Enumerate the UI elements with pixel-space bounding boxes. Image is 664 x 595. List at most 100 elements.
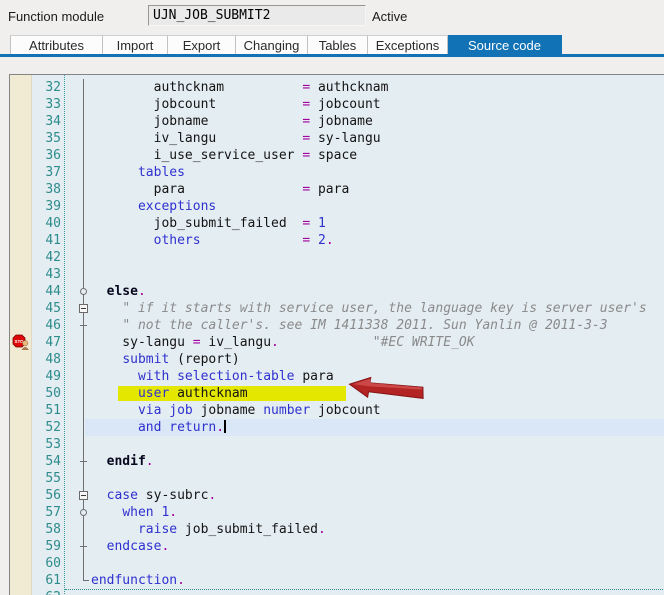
line-number: 56 <box>45 488 61 503</box>
fold-marker-circle[interactable] <box>80 509 87 516</box>
line-number: 48 <box>45 352 61 367</box>
line-number: 33 <box>45 97 61 112</box>
code-line-49[interactable]: 49 with selection-table para <box>10 368 664 385</box>
fold-marker-box[interactable] <box>79 491 88 500</box>
line-number: 36 <box>45 148 61 163</box>
line-number: 57 <box>45 505 61 520</box>
line-number: 43 <box>45 267 61 282</box>
tab-import[interactable]: Import <box>103 35 168 54</box>
code-line-43[interactable]: 43 <box>10 266 664 283</box>
code-text: exceptions <box>137 199 217 214</box>
code-line-33[interactable]: 33 jobcount = jobcount <box>10 96 664 113</box>
line-number: 34 <box>45 114 61 129</box>
fold-marker-corner[interactable] <box>83 580 89 581</box>
code-text: else. <box>106 284 146 299</box>
text-cursor <box>224 420 227 433</box>
code-line-32[interactable]: 32 authcknam = authcknam <box>10 79 664 96</box>
tab-exceptions[interactable]: Exceptions <box>368 35 448 54</box>
line-number: 40 <box>45 216 61 231</box>
code-line-48[interactable]: 48 submit (report) <box>10 351 664 368</box>
tab-tables[interactable]: Tables <box>308 35 368 54</box>
code-text: sy-langu = iv_langu. "#EC WRITE_OK <box>91 335 475 350</box>
code-line-45[interactable]: 45 " if it starts with service user, the… <box>10 300 664 317</box>
code-line-46[interactable]: 46 " not the caller's. see IM 1411338 20… <box>10 317 664 334</box>
code-line-37[interactable]: 37 tables <box>10 164 664 181</box>
line-number: 44 <box>45 284 61 299</box>
tab-attributes[interactable]: Attributes <box>10 35 103 54</box>
code-line-59[interactable]: 59 endcase. <box>10 538 664 555</box>
active-status-label: Active <box>372 9 408 24</box>
tab-accent-bar <box>0 54 664 57</box>
code-text: raise job_submit_failed. <box>137 522 326 537</box>
source-code-editor[interactable]: 32 authcknam = authcknam 33 jobcount = jo… <box>9 74 664 595</box>
line-number: 32 <box>45 80 61 95</box>
code-line-52[interactable]: 52 and return. <box>10 419 664 436</box>
code-text: " not the caller's. see IM 1411338 2011.… <box>122 318 608 333</box>
code-line-62[interactable]: 62 <box>10 589 664 595</box>
fold-marker-tick[interactable] <box>80 461 87 462</box>
fold-marker-tick[interactable] <box>80 546 87 547</box>
line-number: 61 <box>45 573 61 588</box>
code-line-56[interactable]: 56 case sy-subrc. <box>10 487 664 504</box>
line-number: 51 <box>45 403 61 418</box>
function-module-field[interactable]: UJN_JOB_SUBMIT2 <box>148 5 366 26</box>
code-line-50[interactable]: 50 user authcknam <box>10 385 664 402</box>
line-number: 53 <box>45 437 61 452</box>
code-text: authcknam = authcknam <box>91 80 389 95</box>
code-line-57[interactable]: 57 when 1. <box>10 504 664 521</box>
line-number: 62 <box>31 589 61 595</box>
code-rows: 32 authcknam = authcknam 33 jobcount = jo… <box>10 79 664 595</box>
tab-changing[interactable]: Changing <box>236 35 308 54</box>
code-text: para = para <box>91 182 350 197</box>
code-line-39[interactable]: 39 exceptions <box>10 198 664 215</box>
code-line-53[interactable]: 53 <box>10 436 664 453</box>
line-number: 49 <box>45 369 61 384</box>
code-text: job_submit_failed = 1 <box>91 216 326 231</box>
breakpoint-stop-icon[interactable]: STO <box>12 334 30 350</box>
code-line-40[interactable]: 40 job_submit_failed = 1 <box>10 215 664 232</box>
code-line-58[interactable]: 58 raise job_submit_failed. <box>10 521 664 538</box>
line-number: 60 <box>45 556 61 571</box>
fold-marker-box[interactable] <box>79 304 88 313</box>
code-line-35[interactable]: 35 iv_langu = sy-langu <box>10 130 664 147</box>
code-line-34[interactable]: 34 jobname = jobname <box>10 113 664 130</box>
line-number: 42 <box>45 250 61 265</box>
code-text: user authcknam <box>137 386 248 401</box>
code-line-51[interactable]: 51 via job jobname number jobcount <box>10 402 664 419</box>
code-text: jobcount = jobcount <box>91 97 381 112</box>
line-number: 52 <box>45 420 61 435</box>
code-line-61[interactable]: 61 endfunction. <box>10 572 664 590</box>
code-text: endcase. <box>106 539 170 554</box>
code-line-38[interactable]: 38 para = para <box>10 181 664 198</box>
code-line-60[interactable]: 60 <box>10 555 664 572</box>
code-text: via job jobname number jobcount <box>137 403 381 418</box>
code-text: case sy-subrc. <box>106 488 217 503</box>
line-number: 46 <box>45 318 61 333</box>
code-text: others = 2. <box>153 233 334 248</box>
code-line-42[interactable]: 42 <box>10 249 664 266</box>
line-number: 55 <box>45 471 61 486</box>
code-line-55[interactable]: 55 <box>10 470 664 487</box>
line-number: 37 <box>45 165 61 180</box>
code-text: iv_langu = sy-langu <box>91 131 381 146</box>
fold-marker-tick[interactable] <box>80 325 87 326</box>
code-line-44[interactable]: 44 else. <box>10 283 664 300</box>
code-line-54[interactable]: 54 endif. <box>10 453 664 470</box>
code-line-36[interactable]: 36 i_use_service_user = space <box>10 147 664 164</box>
line-number: 58 <box>45 522 61 537</box>
code-text: endfunction. <box>91 573 185 588</box>
tab-source-code[interactable]: Source code <box>448 35 562 54</box>
code-line-41[interactable]: 41 others = 2. <box>10 232 664 249</box>
code-line-47[interactable]: 47 sy-langu = iv_langu. "#EC WRITE_OK <box>10 334 664 351</box>
red-arrow-icon <box>348 376 424 399</box>
fold-marker-circle[interactable] <box>80 288 87 295</box>
function-module-label: Function module <box>8 9 105 24</box>
line-number: 39 <box>45 199 61 214</box>
line-number: 47 <box>45 335 61 350</box>
code-text: with selection-table para <box>137 369 334 384</box>
tab-export[interactable]: Export <box>168 35 236 54</box>
function-module-value: UJN_JOB_SUBMIT2 <box>153 8 271 23</box>
code-text: jobname = jobname <box>91 114 373 129</box>
code-text: when 1. <box>122 505 178 520</box>
line-number: 54 <box>45 454 61 469</box>
